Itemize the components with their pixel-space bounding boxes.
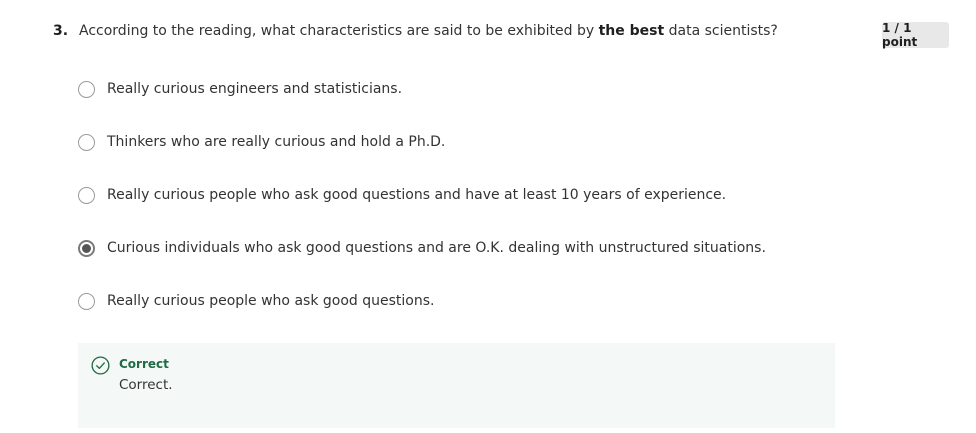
check-circle-icon [91, 356, 110, 375]
answer-option[interactable]: Really curious people who ask good quest… [78, 184, 726, 206]
answer-option-label: Really curious engineers and statisticia… [107, 81, 403, 97]
answer-option-label: Curious individuals who ask good questio… [107, 240, 766, 256]
answer-option[interactable]: Curious individuals who ask good questio… [78, 237, 766, 259]
question-text-after: data scientists? [664, 23, 778, 39]
answer-option[interactable]: Really curious people who ask good quest… [78, 290, 434, 312]
question-text-before: According to the reading, what character… [79, 23, 599, 39]
radio-button-selected[interactable] [78, 239, 95, 257]
question-text: According to the reading, what character… [79, 23, 778, 39]
feedback-panel: Correct Correct. [78, 343, 835, 428]
radio-button[interactable] [78, 133, 95, 151]
feedback-text: Correct. [119, 377, 173, 393]
answer-option-label: Thinkers who are really curious and hold… [107, 134, 446, 150]
question-number: 3. [53, 23, 69, 39]
radio-button[interactable] [78, 80, 95, 98]
feedback-title: Correct [119, 357, 169, 371]
answer-option-label: Really curious people who ask good quest… [107, 293, 435, 309]
question-text-emphasis: the best [598, 23, 665, 39]
radio-button[interactable] [78, 186, 95, 204]
radio-button[interactable] [78, 292, 95, 310]
answer-option[interactable]: Thinkers who are really curious and hold… [78, 131, 445, 153]
points-badge: 1 / 1 point [882, 21, 949, 49]
answer-option[interactable]: Really curious engineers and statisticia… [78, 78, 402, 100]
answer-option-label: Really curious people who ask good quest… [107, 187, 727, 203]
